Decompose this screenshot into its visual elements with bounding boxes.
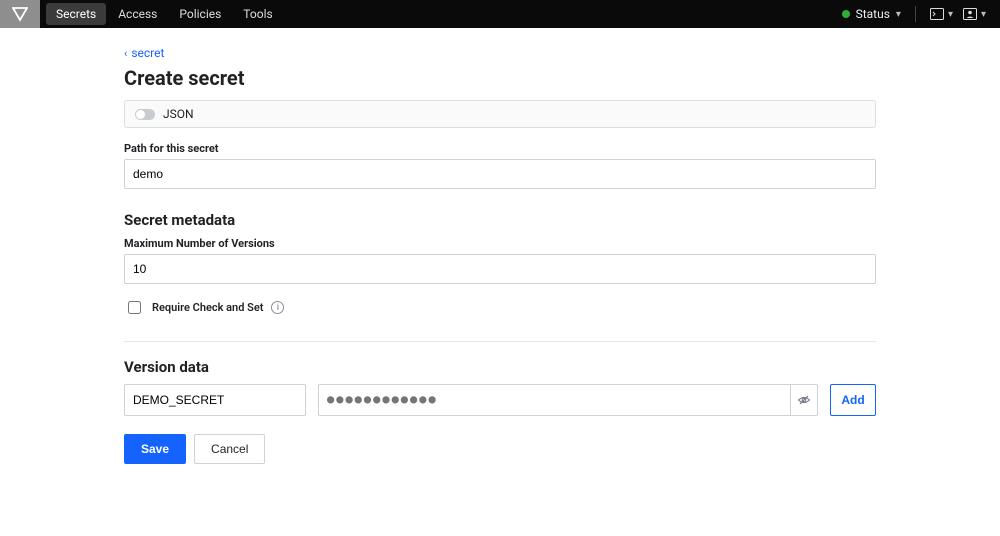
form-actions: Save Cancel: [124, 434, 876, 464]
add-row-button[interactable]: Add: [830, 384, 876, 416]
terminal-icon: [930, 8, 944, 20]
console-dropdown[interactable]: ▾: [930, 8, 953, 20]
divider: [915, 6, 916, 22]
status-label: Status: [856, 7, 890, 21]
json-toggle-bar: JSON: [124, 100, 876, 128]
main-nav: Secrets Access Policies Tools: [46, 3, 283, 25]
metadata-section-title: Secret metadata: [124, 211, 876, 229]
cancel-button[interactable]: Cancel: [194, 434, 265, 464]
main-content: ‹ secret Create secret JSON Path for this…: [124, 28, 876, 504]
kv-value-input[interactable]: [318, 384, 790, 416]
vault-logo-icon: [12, 6, 28, 22]
chevron-left-icon: ‹: [124, 47, 127, 60]
page-title: Create secret: [124, 66, 876, 90]
user-icon: [963, 8, 977, 20]
require-cas-checkbox[interactable]: [128, 301, 141, 314]
json-toggle[interactable]: [135, 109, 155, 120]
json-toggle-label: JSON: [163, 107, 194, 121]
chevron-down-icon: ▾: [948, 9, 953, 20]
section-divider: [124, 341, 876, 342]
max-versions-label: Maximum Number of Versions: [124, 237, 876, 250]
status-dropdown[interactable]: Status ▾: [842, 7, 901, 21]
chevron-down-icon: ▾: [981, 9, 986, 20]
max-versions-input[interactable]: [124, 254, 876, 284]
nav-item-access[interactable]: Access: [108, 3, 167, 25]
kv-row: Add: [124, 384, 876, 416]
status-dot-icon: [842, 10, 850, 18]
path-label: Path for this secret: [124, 142, 876, 155]
version-data-title: Version data: [124, 358, 876, 376]
require-cas-label: Require Check and Set: [152, 301, 263, 314]
nav-item-secrets[interactable]: Secrets: [46, 3, 106, 25]
nav-item-tools[interactable]: Tools: [233, 3, 282, 25]
eye-off-icon: [797, 393, 811, 407]
kv-key-input[interactable]: [124, 384, 306, 416]
logo[interactable]: [0, 0, 40, 28]
toggle-visibility-button[interactable]: [790, 384, 818, 416]
path-input[interactable]: [124, 159, 876, 189]
chevron-down-icon: ▾: [896, 9, 901, 20]
nav-item-policies[interactable]: Policies: [169, 3, 231, 25]
topbar-right: Status ▾ ▾ ▾: [842, 6, 1000, 22]
info-icon[interactable]: i: [271, 301, 284, 314]
top-navbar: Secrets Access Policies Tools Status ▾ ▾…: [0, 0, 1000, 28]
breadcrumb-link-secret[interactable]: secret: [131, 46, 164, 60]
user-dropdown[interactable]: ▾: [963, 8, 986, 20]
save-button[interactable]: Save: [124, 434, 186, 464]
breadcrumb: ‹ secret: [124, 46, 876, 60]
